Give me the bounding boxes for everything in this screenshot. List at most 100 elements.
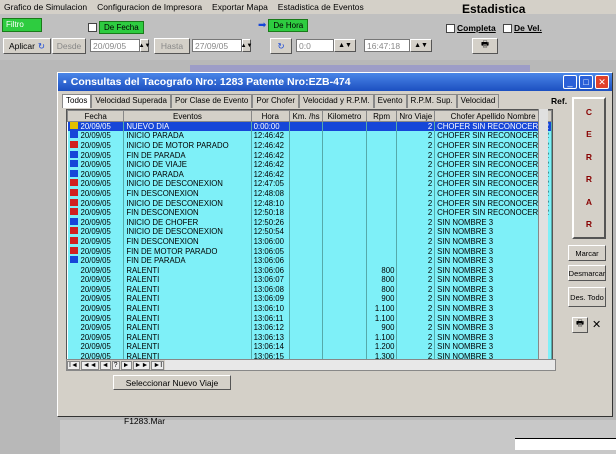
hasta-button[interactable]: Hasta xyxy=(154,38,190,54)
checkbox-box[interactable] xyxy=(88,23,97,32)
desde-date-field[interactable]: 20/09/05 xyxy=(90,39,140,52)
table-row[interactable]: 20/09/05 INICIO DE CHOFER 12:50:26 2 SIN NOM… xyxy=(67,217,552,228)
nav-button[interactable]: ►► xyxy=(132,360,151,370)
nav-button[interactable]: ►I xyxy=(151,360,165,370)
table-cell xyxy=(289,179,324,189)
cell-text: 20/09/05 xyxy=(80,332,111,342)
tab-3[interactable]: Por Chofer xyxy=(252,94,300,108)
table-cell xyxy=(366,207,398,218)
de-hora-toggle[interactable]: ➡ De Hora xyxy=(258,19,309,32)
desde-button[interactable]: Desde xyxy=(52,38,86,54)
desde-spinner[interactable]: ▲▼ xyxy=(139,39,150,52)
aplicar-button[interactable]: Aplicar ↻ xyxy=(3,38,51,54)
column-header[interactable]: Fecha xyxy=(67,110,125,122)
table-cell: 1.100 xyxy=(366,332,398,343)
table-row[interactable]: 20/09/05 INICIO DE DESCONEXION 12:48:10 2 CH… xyxy=(67,198,552,208)
table-row[interactable]: 20/09/05 RALENTI 13:06:14 1.200 2 SIN NOMBRE … xyxy=(67,342,552,352)
table-row[interactable]: 20/09/05 INICIO DE DESCONEXION 12:47:05 2 CH… xyxy=(67,179,552,189)
table-row[interactable]: 20/09/05 NUEVO DIA 0:00:00 2 CHOFER SIN RECO… xyxy=(67,121,552,132)
de-fecha-checkbox[interactable]: De Fecha xyxy=(88,21,144,34)
table-row[interactable]: 20/09/05 RALENTI 13:06:09 900 2 SIN NOMBRE 3 xyxy=(67,294,552,304)
cell-text: SIN NOMBRE 3 xyxy=(437,256,494,266)
close-x-icon[interactable]: ✕ xyxy=(592,318,601,331)
cell-text: 12:46:42 xyxy=(253,169,284,179)
table-row[interactable]: 20/09/05 INICIO DE DESCONEXION 12:50:54 2 SI… xyxy=(67,227,552,237)
window-titlebar[interactable]: ▪ Consultas del Tacografo Nro: 1283 Pate… xyxy=(58,73,612,91)
hora-desde-spinner[interactable]: ▲▼ xyxy=(334,39,356,52)
table-row[interactable]: 20/09/05 INICIO PARADA 12:46:42 2 CHOFER SIN… xyxy=(67,131,552,141)
column-header[interactable]: Rpm xyxy=(365,110,398,122)
nav-button[interactable]: ◄ xyxy=(99,360,111,370)
column-header[interactable]: Nro Viaje xyxy=(396,110,436,122)
completa-checkbox[interactable]: Completa xyxy=(446,23,496,33)
table-row[interactable]: 20/09/05 INICIO DE MOTOR PARADO 12:46:42 2 C… xyxy=(67,140,552,151)
table-row[interactable]: 20/09/05 INICIO DE VIAJE 12:46:42 2 CHOFER S… xyxy=(67,159,552,170)
hora-desde-field[interactable]: 0:0 xyxy=(296,39,334,52)
tab-2[interactable]: Por Clase de Evento xyxy=(170,94,253,108)
checkbox-box[interactable] xyxy=(503,23,512,33)
table-row[interactable]: 20/09/05 FIN DESCONEXION 12:48:08 2 CHOFER S… xyxy=(67,188,552,199)
table-row[interactable]: 20/09/05 RALENTI 13:06:08 800 2 SIN NOMBRE 3 xyxy=(67,284,552,295)
horizontal-scrollbar[interactable] xyxy=(165,360,555,370)
nav-button[interactable]: I◄ xyxy=(67,360,80,370)
table-row[interactable]: 20/09/05 RALENTI 13:06:06 800 2 SIN NOMBRE 3 xyxy=(67,265,552,275)
events-grid[interactable]: Fecha Eventos Hora Km. /hs Kilometro Rpm Nro V… xyxy=(66,109,553,362)
column-header[interactable]: Hora xyxy=(250,110,290,122)
close-icon[interactable]: ✕ xyxy=(595,75,609,89)
column-header[interactable]: Kilometro xyxy=(322,110,367,122)
tab-5[interactable]: Evento xyxy=(373,94,407,108)
table-cell xyxy=(366,236,398,247)
hasta-spinner[interactable]: ▲▼ xyxy=(241,39,252,52)
nav-button[interactable]: ► xyxy=(120,360,132,370)
hora-hasta-field[interactable]: 16:47:18 xyxy=(364,39,410,52)
tab-6[interactable]: R.P.M. Sup. xyxy=(406,94,457,108)
menu-item-1[interactable]: Configuracion de Impresora xyxy=(97,2,202,12)
column-header[interactable]: Eventos xyxy=(123,110,252,122)
vertical-scrollbar[interactable] xyxy=(538,109,548,362)
select-trip-button[interactable]: Seleccionar Nuevo Viaje xyxy=(113,375,231,390)
menu-item-2[interactable]: Exportar Mapa xyxy=(212,2,268,12)
tab-1[interactable]: Velocidad Superada xyxy=(91,94,171,108)
tab-0[interactable]: Todos xyxy=(62,94,92,108)
table-row[interactable]: 20/09/05 FIN DE MOTOR PARADO 13:06:05 2 SIN … xyxy=(67,246,552,256)
tab-7[interactable]: Velocidad xyxy=(456,94,500,108)
cell-text: 1.200 xyxy=(374,342,395,352)
table-cell xyxy=(322,217,367,228)
desc-todo-button[interactable]: Des. Todo xyxy=(568,287,606,307)
refresh-icon[interactable]: ↻ xyxy=(270,38,292,54)
print-icon[interactable]: 🖶 xyxy=(472,38,498,54)
table-cell: RALENTI xyxy=(123,322,252,333)
table-cell xyxy=(322,227,367,237)
print-icon[interactable]: 🖶 xyxy=(572,317,588,333)
table-row[interactable]: 20/09/05 RALENTI 13:06:12 900 2 SIN NOMBRE 3 xyxy=(67,322,552,333)
table-row[interactable]: 20/09/05 RALENTI 13:06:11 1.100 2 SIN NOMBRE … xyxy=(67,313,552,323)
nav-button[interactable]: ? xyxy=(111,360,120,370)
table-cell: 13:06:14 xyxy=(251,342,290,352)
cerrar-letter: C xyxy=(585,107,593,117)
menu-item-0[interactable]: Grafico de Simulacion xyxy=(4,2,87,12)
table-row[interactable]: 20/09/05 RALENTI 13:06:07 800 2 SIN NOMBRE 3 xyxy=(67,275,552,285)
table-row[interactable]: 20/09/05 INICIO PARADA 12:46:42 2 CHOFER SIN… xyxy=(67,169,552,180)
table-row[interactable]: 20/09/05 FIN DESCONEXION 12:50:18 2 CHOFER S… xyxy=(67,207,552,218)
tab-4[interactable]: Velocidad y R.P.M. xyxy=(299,94,374,108)
hasta-date-field[interactable]: 27/09/05 xyxy=(192,39,242,52)
table-row[interactable]: 20/09/05 RALENTI 13:06:13 1.100 2 SIN NOMBRE … xyxy=(67,332,552,343)
table-row[interactable]: 20/09/05 RALENTI 13:06:10 1.100 2 SIN NOMBRE … xyxy=(67,303,552,314)
maximize-icon[interactable]: □ xyxy=(579,75,593,89)
menu-item-3[interactable]: Estadistica de Eventos xyxy=(278,2,364,12)
marcar-button[interactable]: Marcar xyxy=(568,245,606,261)
desmarcar-button[interactable]: Desmarcar xyxy=(568,265,606,281)
table-row[interactable]: 20/09/05 FIN DE PARADA 13:06:06 2 SIN NOMBRE… xyxy=(67,255,552,266)
table-row[interactable]: 20/09/05 FIN DE PARADA 12:46:42 2 CHOFER SIN… xyxy=(67,150,552,160)
de-vel-checkbox[interactable]: De Vel. xyxy=(503,23,542,33)
nav-button[interactable]: ◄◄ xyxy=(80,360,99,370)
table-cell: 2 xyxy=(396,246,436,256)
column-header[interactable]: Chofer Apellido Nombre xyxy=(434,110,552,122)
checkbox-box[interactable] xyxy=(446,23,455,33)
minimize-icon[interactable]: _ xyxy=(563,75,577,89)
column-header[interactable]: Km. /hs xyxy=(288,110,324,122)
cerrar-button[interactable]: CERRAR xyxy=(572,97,606,239)
hora-hasta-spinner[interactable]: ▲▼ xyxy=(410,39,432,52)
table-row[interactable]: 20/09/05 FIN DESCONEXION 13:06:00 2 SIN NOMB… xyxy=(67,236,552,247)
cell-text: RALENTI xyxy=(126,265,160,275)
